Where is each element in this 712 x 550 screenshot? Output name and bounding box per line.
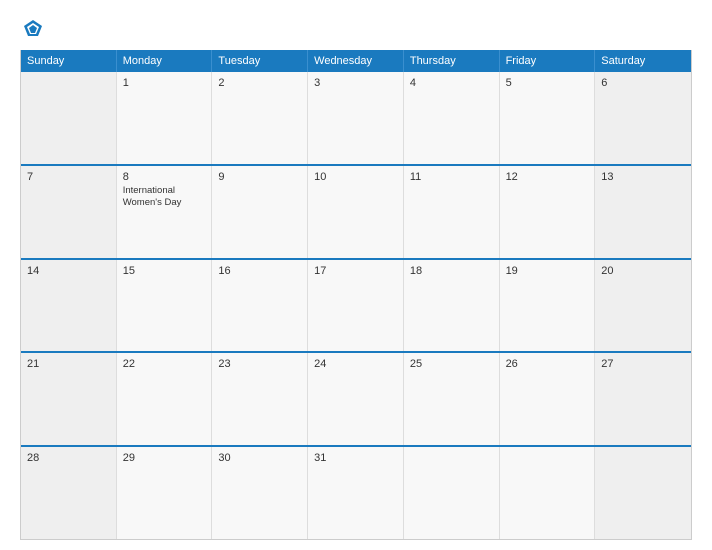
calendar-cell: 9 <box>212 166 308 258</box>
day-number: 11 <box>410 171 493 183</box>
calendar-header <box>20 18 692 40</box>
day-number: 25 <box>410 358 493 370</box>
calendar-cell: 12 <box>500 166 596 258</box>
calendar-week: 21 22 23 24 25 26 27 <box>21 353 691 447</box>
day-number: 24 <box>314 358 397 370</box>
day-number: 22 <box>123 358 206 370</box>
calendar-cell: 2 <box>212 72 308 164</box>
calendar-cell: 16 <box>212 260 308 352</box>
calendar-cell: 15 <box>117 260 213 352</box>
calendar-body: 12345678International Women's Day9101112… <box>21 72 691 539</box>
calendar-day-header: Thursday <box>404 50 500 72</box>
day-number: 13 <box>601 171 685 183</box>
calendar-cell <box>21 72 117 164</box>
day-number: 1 <box>123 77 206 89</box>
day-number: 23 <box>218 358 301 370</box>
calendar-header-row: SundayMondayTuesdayWednesdayThursdayFrid… <box>21 50 691 72</box>
event-label: International Women's Day <box>123 185 206 210</box>
calendar-cell: 20 <box>595 260 691 352</box>
calendar-day-header: Friday <box>500 50 596 72</box>
day-number: 29 <box>123 452 206 464</box>
calendar-cell: 5 <box>500 72 596 164</box>
calendar-cell <box>500 447 596 539</box>
calendar-cell <box>404 447 500 539</box>
calendar-cell: 31 <box>308 447 404 539</box>
day-number: 12 <box>506 171 589 183</box>
day-number: 17 <box>314 265 397 277</box>
calendar-cell: 6 <box>595 72 691 164</box>
calendar-cell: 11 <box>404 166 500 258</box>
calendar-cell: 17 <box>308 260 404 352</box>
day-number: 10 <box>314 171 397 183</box>
calendar-cell: 28 <box>21 447 117 539</box>
day-number: 9 <box>218 171 301 183</box>
day-number: 30 <box>218 452 301 464</box>
day-number: 8 <box>123 171 206 183</box>
calendar-cell: 13 <box>595 166 691 258</box>
day-number: 5 <box>506 77 589 89</box>
day-number: 6 <box>601 77 685 89</box>
calendar-cell <box>595 447 691 539</box>
day-number: 21 <box>27 358 110 370</box>
day-number: 28 <box>27 452 110 464</box>
day-number: 7 <box>27 171 110 183</box>
calendar-cell: 19 <box>500 260 596 352</box>
day-number: 19 <box>506 265 589 277</box>
logo <box>20 18 44 40</box>
calendar-cell: 29 <box>117 447 213 539</box>
calendar-cell: 3 <box>308 72 404 164</box>
day-number: 14 <box>27 265 110 277</box>
calendar-cell: 10 <box>308 166 404 258</box>
calendar: SundayMondayTuesdayWednesdayThursdayFrid… <box>20 50 692 540</box>
calendar-week: 14 15 16 17 18 19 20 <box>21 260 691 354</box>
day-number: 27 <box>601 358 685 370</box>
day-number: 26 <box>506 358 589 370</box>
day-number: 3 <box>314 77 397 89</box>
logo-flag-icon <box>22 18 44 40</box>
calendar-week: 123456 <box>21 72 691 166</box>
page: SundayMondayTuesdayWednesdayThursdayFrid… <box>0 0 712 550</box>
calendar-cell: 18 <box>404 260 500 352</box>
calendar-cell: 24 <box>308 353 404 445</box>
calendar-cell: 1 <box>117 72 213 164</box>
day-number: 16 <box>218 265 301 277</box>
calendar-cell: 25 <box>404 353 500 445</box>
calendar-day-header: Saturday <box>595 50 691 72</box>
calendar-day-header: Wednesday <box>308 50 404 72</box>
calendar-cell: 4 <box>404 72 500 164</box>
calendar-cell: 7 <box>21 166 117 258</box>
calendar-day-header: Tuesday <box>212 50 308 72</box>
calendar-cell: 21 <box>21 353 117 445</box>
calendar-cell: 30 <box>212 447 308 539</box>
calendar-cell: 26 <box>500 353 596 445</box>
day-number: 31 <box>314 452 397 464</box>
day-number: 2 <box>218 77 301 89</box>
day-number: 20 <box>601 265 685 277</box>
day-number: 18 <box>410 265 493 277</box>
day-number: 4 <box>410 77 493 89</box>
day-number: 15 <box>123 265 206 277</box>
calendar-cell: 23 <box>212 353 308 445</box>
calendar-cell: 14 <box>21 260 117 352</box>
calendar-cell: 27 <box>595 353 691 445</box>
calendar-day-header: Sunday <box>21 50 117 72</box>
calendar-cell: 22 <box>117 353 213 445</box>
calendar-cell: 8 International Women's Day <box>117 166 213 258</box>
calendar-week: 28 29 30 31 <box>21 447 691 539</box>
calendar-day-header: Monday <box>117 50 213 72</box>
calendar-week: 7 8 International Women's Day 9 10 11 12 13 <box>21 166 691 260</box>
